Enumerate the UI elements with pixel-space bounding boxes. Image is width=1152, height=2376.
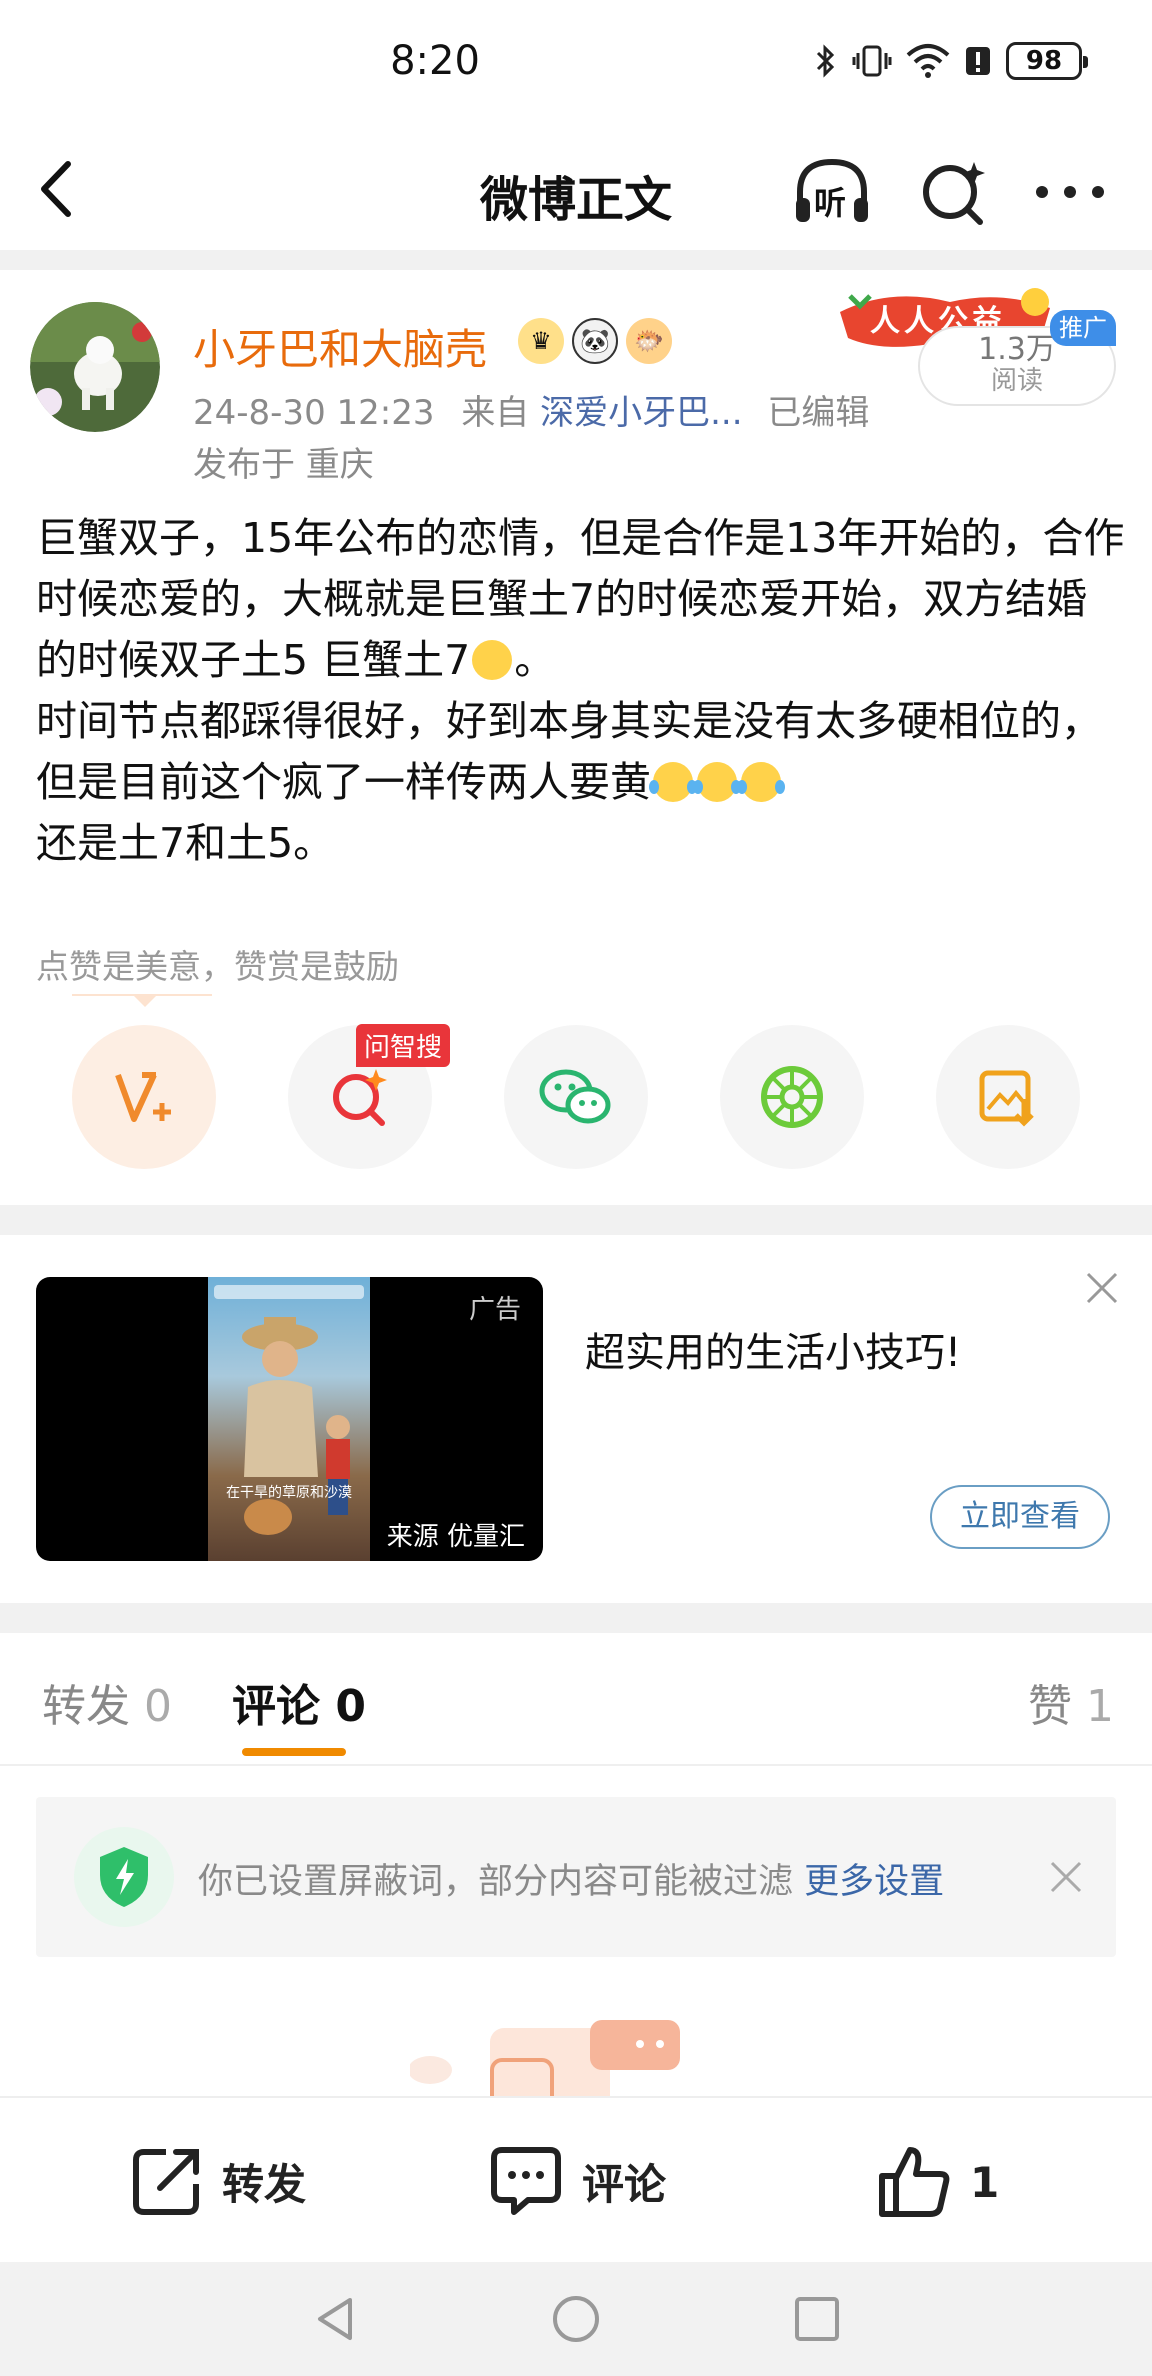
post-text-1-end: 。: [514, 636, 556, 684]
ad-source: 来源 优量汇: [386, 1522, 525, 1552]
nav-home-icon[interactable]: [549, 2292, 603, 2346]
tab-like-count: 1: [1086, 1681, 1114, 1732]
tab-repost-label: 转发: [42, 1681, 130, 1732]
header: 微博正文 听: [0, 130, 1152, 250]
bluetooth-icon: [816, 44, 835, 78]
more-settings-link[interactable]: 更多设置: [804, 1862, 944, 1902]
post-paragraph: 时间节点都踩得很好，好到本身其实是没有太多硬相位的，但是目前这个疯了一样传两人要…: [36, 691, 1126, 813]
source-prefix: 来自: [461, 393, 530, 433]
filter-notice: 你已设置屏蔽词，部分内容可能被过滤 更多设置: [36, 1797, 1116, 1957]
ai-search-icon: [333, 1069, 387, 1126]
bottom-like-count: 1: [970, 2157, 1000, 2207]
panda-badge-icon: 🐼: [572, 318, 618, 364]
post-meta: 24-8-30 12:23 来自 深爱小牙巴... 已编辑: [193, 385, 869, 434]
save-image-button[interactable]: [936, 1025, 1080, 1169]
listen-label: 听: [814, 184, 847, 222]
nav-recents-icon[interactable]: [790, 2292, 844, 2346]
post-text-2: 时间节点都踩得很好，好到本身其实是没有太多硬相位的，但是目前这个疯了一样传两人要…: [36, 697, 1102, 806]
back-button[interactable]: [30, 154, 90, 224]
avatar[interactable]: [30, 302, 160, 432]
bottom-repost-label: 转发: [222, 2159, 307, 2209]
share-wechat-button[interactable]: [504, 1025, 648, 1169]
comment-icon: [491, 2147, 561, 2215]
wifi-icon: [906, 44, 950, 78]
ad-view-button[interactable]: 立即查看: [930, 1485, 1110, 1549]
tab-comment-label: 评论: [232, 1681, 320, 1732]
post-paragraph: 还是土7和土5。: [36, 819, 335, 867]
laugh-cry-emoji-icon: [693, 762, 741, 802]
tab-divider: [0, 1764, 1152, 1766]
post-text-1: 巨蟹双子，15年公布的恋情，但是合作是13年开始的，合作时候恋爱的，大概就是巨蟹…: [36, 514, 1125, 684]
tab-like-label: 赞: [1028, 1681, 1072, 1732]
section-divider: [0, 1205, 1152, 1235]
bottom-comment-label: 评论: [582, 2159, 667, 2209]
promote-tag[interactable]: 推广: [1050, 310, 1116, 346]
tab-repost[interactable]: 转发 0: [42, 1670, 172, 1734]
ad-video[interactable]: 在干旱的草原和沙漠 广告 来源 优量汇: [36, 1277, 543, 1561]
tab-comment[interactable]: 评论 0: [232, 1670, 366, 1734]
listen-button[interactable]: 听: [790, 150, 874, 234]
ad-thumbnail-graphic: [214, 1285, 364, 1535]
repost-icon: [133, 2149, 199, 2215]
section-divider: [0, 250, 1152, 270]
ad-caption: 在干旱的草原和沙漠: [226, 1485, 352, 1501]
search-button[interactable]: [918, 150, 990, 234]
share-moments-button[interactable]: [720, 1025, 864, 1169]
user-badges: ♛ 🐼 🐡: [518, 318, 672, 364]
like-hint: 点赞是美意，赞赏是鼓励: [36, 947, 399, 986]
system-nav-bar: [0, 2262, 1152, 2376]
ad-mark: 广告: [468, 1295, 521, 1325]
shield-icon: [74, 1827, 174, 1927]
tab-repost-count: 0: [144, 1681, 172, 1732]
pufferfish-badge-icon: 🐡: [626, 318, 672, 364]
battery-indicator: 98: [1006, 42, 1088, 80]
save-image-icon: [979, 1070, 1034, 1127]
nav-back-icon[interactable]: [308, 2292, 362, 2346]
username[interactable]: 小牙巴和大脑壳: [193, 316, 487, 377]
bottom-comment-button[interactable]: 评论: [488, 2144, 666, 2218]
reward-icon: [115, 1072, 171, 1122]
bottom-like-button[interactable]: 1: [876, 2144, 999, 2220]
read-label: 阅读: [990, 366, 1043, 396]
empty-comments-illustration: [410, 2020, 680, 2100]
filter-close-button[interactable]: [1046, 1857, 1086, 1897]
post-body: 巨蟹双子，15年公布的恋情，但是合作是13年开始的，合作时候恋爱的，大概就是巨蟹…: [36, 508, 1126, 874]
post-source[interactable]: 深爱小牙巴...: [540, 393, 742, 433]
ad-thumbnail: [208, 1277, 370, 1561]
filter-text: 你已设置屏蔽词，部分内容可能被过滤 更多设置: [198, 1853, 944, 1904]
status-icons: 98: [814, 42, 1088, 80]
edited-label: 已编辑: [767, 393, 870, 433]
post-date: 24-8-30 12:23: [193, 393, 435, 433]
avatar-image: [30, 302, 160, 432]
wechat-icon: [539, 1069, 611, 1124]
tab-comment-count: 0: [335, 1681, 366, 1732]
bottom-action-bar: 转发 评论 1: [0, 2096, 1152, 2262]
crown-badge-icon: ♛: [518, 318, 564, 364]
tab-like[interactable]: 赞 1: [1028, 1670, 1114, 1734]
alert-icon: [966, 47, 990, 75]
ad-title[interactable]: 超实用的生活小技巧!: [585, 1320, 961, 1378]
post-paragraph: 巨蟹双子，15年公布的恋情，但是合作是13年开始的，合作时候恋爱的，大概就是巨蟹…: [36, 508, 1126, 691]
status-bar: 8:20 98: [0, 0, 1152, 130]
hint-pointer: [133, 995, 157, 1007]
laugh-cry-emoji-icon: [737, 762, 785, 802]
thumbs-up-icon: [879, 2147, 950, 2217]
reward-button[interactable]: [72, 1025, 216, 1169]
ask-tag: 问智搜: [356, 1024, 451, 1067]
bottom-repost-button[interactable]: 转发: [130, 2144, 306, 2218]
post-location: 发布于 重庆: [193, 445, 374, 485]
more-button[interactable]: [1030, 150, 1110, 234]
tab-indicator: [242, 1748, 346, 1756]
filter-message: 你已设置屏蔽词，部分内容可能被过滤: [198, 1862, 794, 1902]
laugh-cry-emoji-icon: [649, 762, 697, 802]
moments-icon: [761, 1066, 823, 1128]
section-divider: [0, 1603, 1152, 1633]
smile-emoji-icon: [472, 640, 513, 680]
status-time: 8:20: [390, 38, 480, 84]
ad-close-button[interactable]: [1082, 1268, 1122, 1308]
vibrate-icon: [852, 45, 892, 77]
